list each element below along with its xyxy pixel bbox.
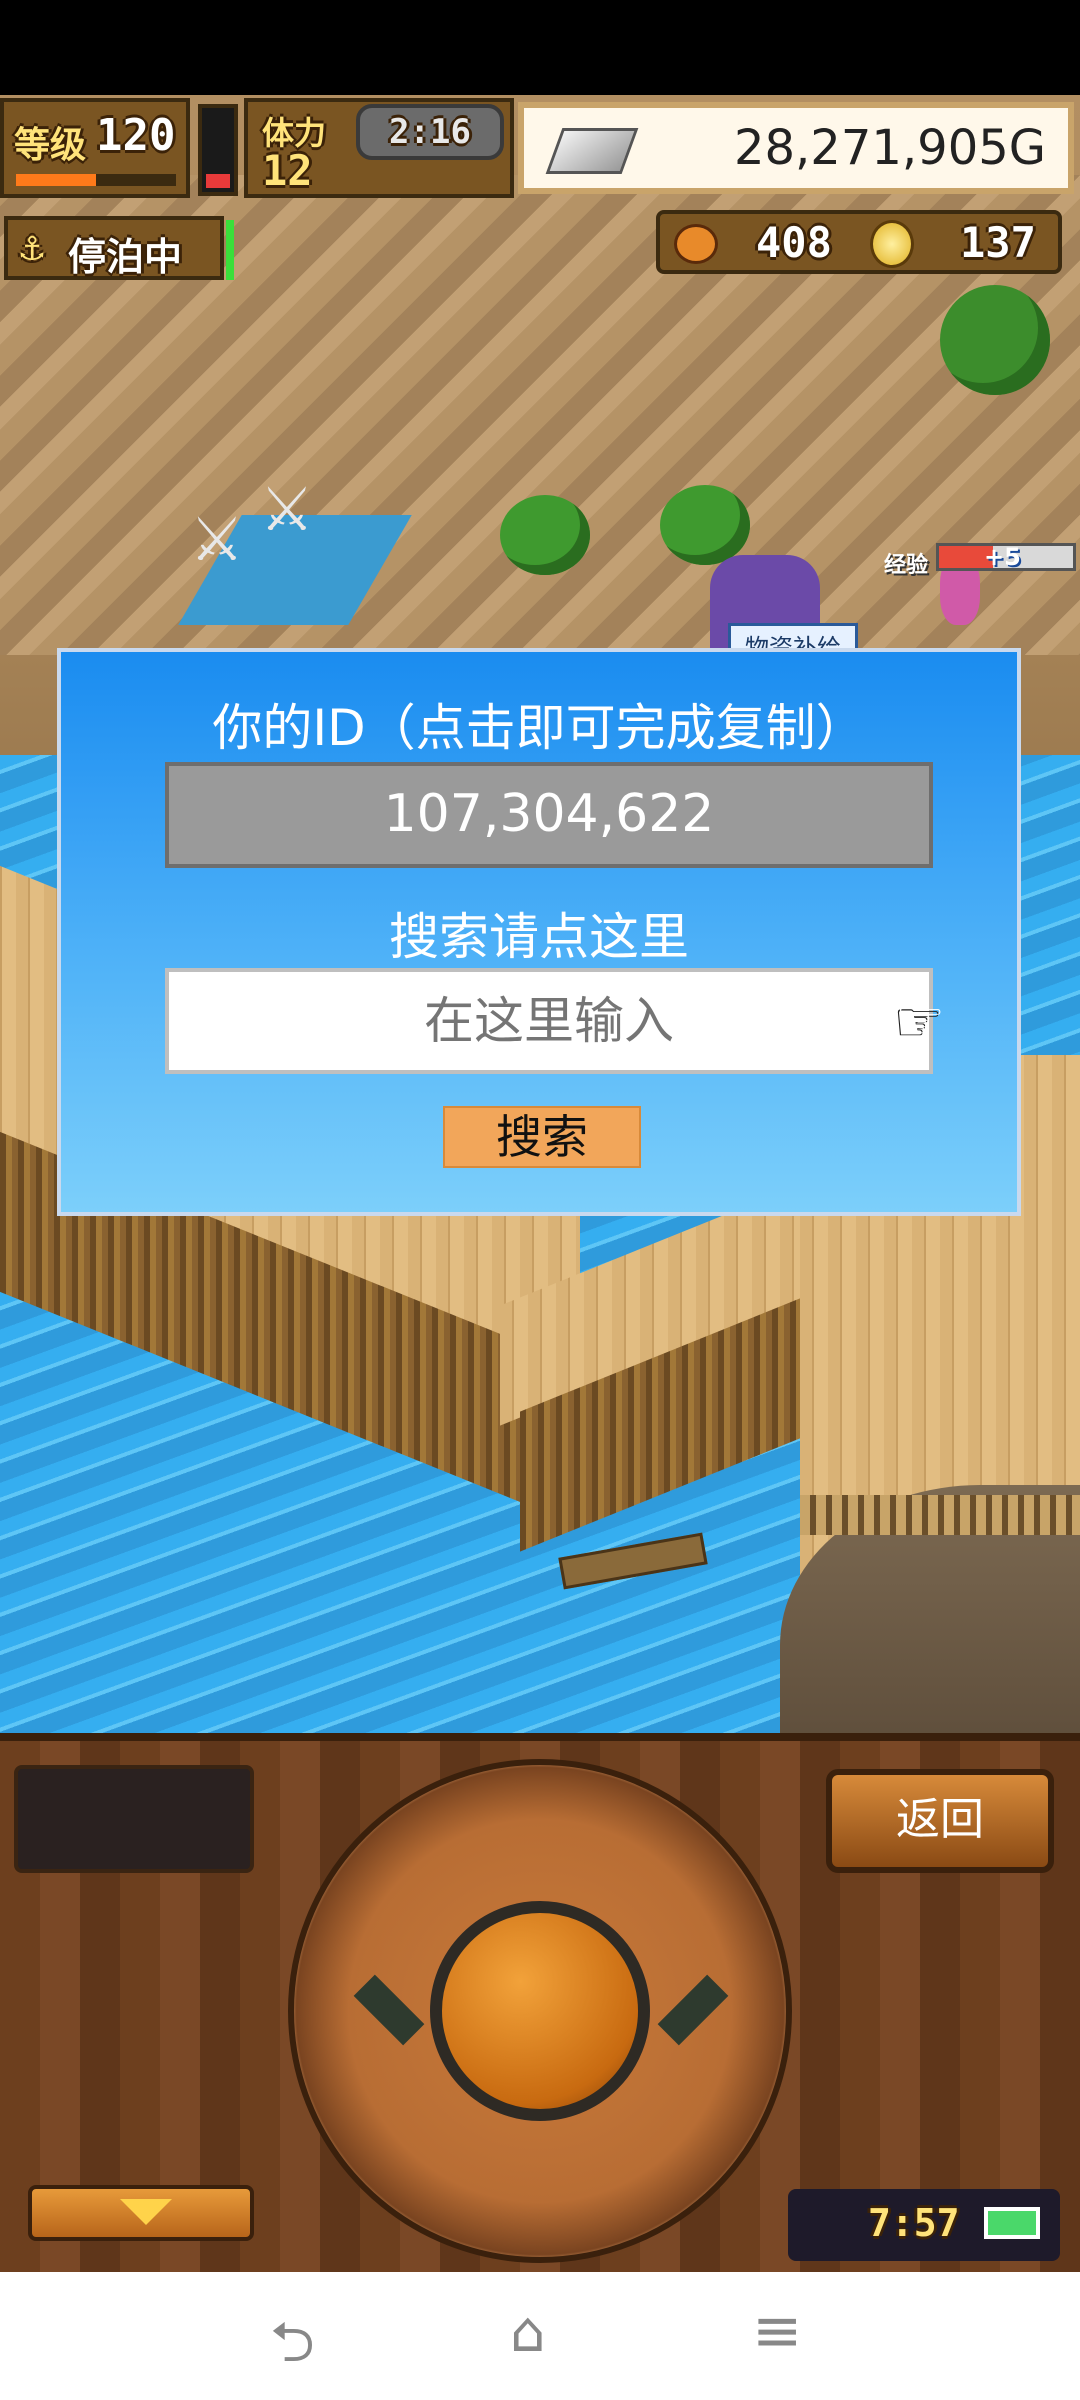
controller-panel: 返回 7:57 [0,1733,1080,2273]
level-label: 等级 [14,125,87,166]
tree [940,285,1050,395]
battery-icon [984,2207,1040,2239]
status-indicator [226,220,234,280]
money-panel: 28,271,905G [518,102,1074,194]
system-navigation-bar: ⮌ ⌂ ≡ [0,2272,1080,2400]
search-input[interactable] [165,968,933,1074]
chevron-down-icon [120,2199,172,2225]
level-value: 120 [96,110,176,161]
resource-1-value: 408 [756,218,832,267]
exp-gain: +5 [984,543,1021,571]
dock-status-text: 停泊中 [68,235,183,279]
menu-icon[interactable]: ≡ [752,2296,802,2366]
back-button[interactable]: 返回 [826,1769,1054,1873]
anchor-icon: ⚓ [20,224,45,270]
search-button-label: 搜索 [496,1110,588,1164]
search-button[interactable]: 搜索 [443,1106,641,1168]
stamina-gauge [198,104,238,196]
crossed-swords-icon: ⚔ [260,475,314,545]
game-clock-panel: 7:57 [788,2189,1060,2261]
stamina-panel: 体力 12 2:16 [244,98,514,198]
silver-bar-icon [545,128,639,174]
game-clock: 7:57 [868,2201,960,2245]
menu-toggle-button[interactable] [28,2185,254,2241]
food-icon [674,224,718,264]
stamina-value: 12 [262,146,313,195]
dock-status-badge: ⚓ 停泊中 [4,216,224,280]
id-search-dialog: 你的ID（点击即可完成复制） 107,304,622 搜索请点这里 ☜ 搜索 [57,648,1021,1216]
resource-2-value: 137 [960,218,1036,267]
dpad-wheel[interactable] [288,1759,792,2263]
pointing-hand-icon: ☜ [895,988,946,1053]
search-hint: 搜索请点这里 [389,908,689,966]
stamina-timer: 2:16 [389,112,471,152]
id-copy-label: 你的ID（点击即可完成复制） [212,699,866,757]
crossed-swords-icon: ⚔ [190,505,244,575]
tree [660,485,750,565]
level-panel: 等级 120 [0,98,190,198]
system-status-bar [0,0,1080,95]
stamina-gauge-fill [206,174,230,188]
back-button-label: 返回 [896,1794,984,1845]
back-nav-icon[interactable]: ⮌ [270,2302,315,2397]
exp-label: 经验 [884,553,929,578]
ship-railing [800,1495,1080,1535]
level-exp-bar [16,174,176,186]
info-slot[interactable] [14,1765,254,1873]
resources-panel: 408 137 [656,210,1062,274]
money-value: 28,271,905G [733,120,1046,176]
tree [500,495,590,575]
timer-box: 2:16 [356,104,504,160]
home-icon[interactable]: ⌂ [510,2300,546,2365]
dpad-center-button[interactable] [430,1901,650,2121]
level-exp-fill [16,174,96,186]
player-id-value[interactable]: 107,304,622 [169,766,929,862]
player-id-field[interactable]: 107,304,622 [165,762,933,868]
coin-icon [870,220,914,268]
